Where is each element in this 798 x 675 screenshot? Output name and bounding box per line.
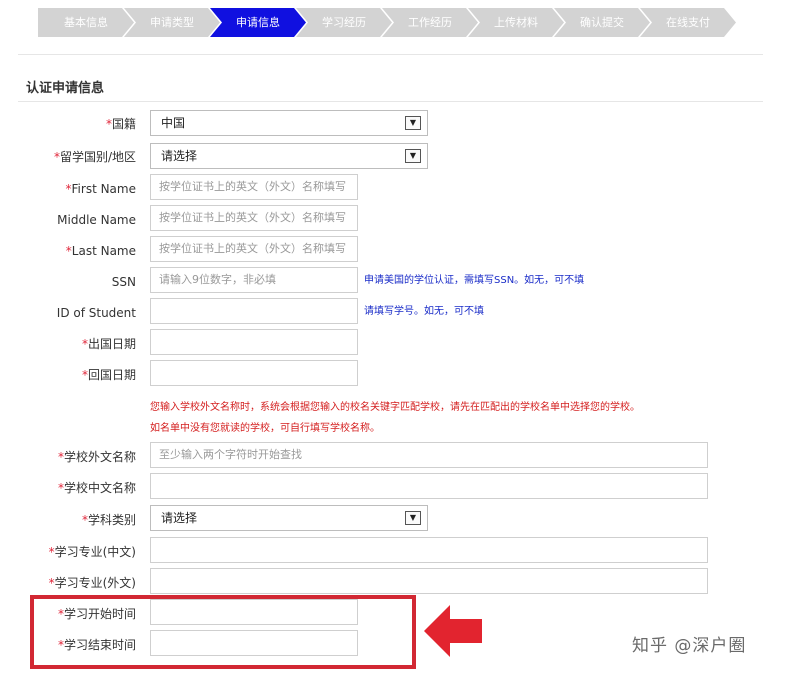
last-name-input[interactable]: 按学位证书上的英文（外文）名称填写 <box>150 236 358 262</box>
step-online-payment[interactable]: 在线支付 <box>640 8 736 37</box>
major-foreign-label: *学习专业(外文) <box>48 576 136 590</box>
ssn-label: SSN <box>111 275 136 289</box>
return-date-input[interactable] <box>150 360 358 386</box>
middle-name-label: Middle Name <box>57 213 136 227</box>
school-notice-line1: 您输入学校外文名称时，系统会根据您输入的校名关键字匹配学校，请先在匹配出的学校名… <box>150 402 640 413</box>
step-application-info[interactable]: 申请信息 <box>210 8 306 37</box>
school-foreign-name-label: *学校外文名称 <box>57 450 136 464</box>
divider <box>18 101 763 102</box>
divider <box>18 54 763 55</box>
school-notice-line2: 如名单中没有您就读的学校，可自行填写学校名称。 <box>150 423 380 434</box>
step-application-type[interactable]: 申请类型 <box>124 8 220 37</box>
school-chinese-name-input[interactable] <box>150 473 708 499</box>
left-arrow-icon <box>424 605 482 657</box>
step-upload-materials[interactable]: 上传材料 <box>468 8 564 37</box>
school-chinese-name-label: *学校中文名称 <box>57 481 136 495</box>
step-study-history[interactable]: 学习经历 <box>296 8 392 37</box>
study-country-select[interactable]: 请选择 ▼ <box>150 143 428 169</box>
last-name-label: *Last Name <box>65 244 136 258</box>
departure-date-input[interactable] <box>150 329 358 355</box>
return-date-label: *回国日期 <box>81 368 136 382</box>
nationality-label: *国籍 <box>105 117 136 131</box>
major-chinese-input[interactable] <box>150 537 708 563</box>
subject-category-label: *学科类别 <box>81 513 136 527</box>
chevron-down-icon: ▼ <box>405 511 421 525</box>
step-basic-info[interactable]: 基本信息 <box>38 8 134 37</box>
student-id-hint: 请填写学号。如无，可不填 <box>364 306 484 317</box>
first-name-input[interactable]: 按学位证书上的英文（外文）名称填写 <box>150 174 358 200</box>
student-id-label: ID of Student <box>56 306 136 320</box>
middle-name-input[interactable]: 按学位证书上的英文（外文）名称填写 <box>150 205 358 231</box>
chevron-down-icon: ▼ <box>405 116 421 130</box>
section-title: 认证申请信息 <box>26 81 105 96</box>
subject-category-value: 请选择 <box>161 511 198 525</box>
first-name-label: *First Name <box>65 182 136 196</box>
chevron-down-icon: ▼ <box>405 149 421 163</box>
step-work-history[interactable]: 工作经历 <box>382 8 478 37</box>
highlight-box <box>30 595 416 669</box>
nationality-select[interactable]: 中国 ▼ <box>150 110 428 136</box>
school-foreign-name-input[interactable]: 至少输入两个字符时开始查找 <box>150 442 708 468</box>
watermark: 知乎 @深户圈 <box>632 636 747 656</box>
step-confirm-submit[interactable]: 确认提交 <box>554 8 650 37</box>
ssn-hint: 申请美国的学位认证，需填写SSN。如无，可不填 <box>364 275 585 286</box>
subject-category-select[interactable]: 请选择 ▼ <box>150 505 428 531</box>
departure-date-label: *出国日期 <box>81 337 136 351</box>
step-progress-bar: 基本信息 申请类型 申请信息 学习经历 工作经历 上传材料 确认提交 在线支付 <box>38 8 738 37</box>
major-chinese-label: *学习专业(中文) <box>48 545 136 559</box>
ssn-input[interactable]: 请输入9位数字，非必填 <box>150 267 358 293</box>
major-foreign-input[interactable] <box>150 568 708 594</box>
nationality-value: 中国 <box>161 116 186 130</box>
student-id-input[interactable] <box>150 298 358 324</box>
study-country-value: 请选择 <box>161 149 198 163</box>
study-country-label: *留学国别/地区 <box>53 150 136 164</box>
